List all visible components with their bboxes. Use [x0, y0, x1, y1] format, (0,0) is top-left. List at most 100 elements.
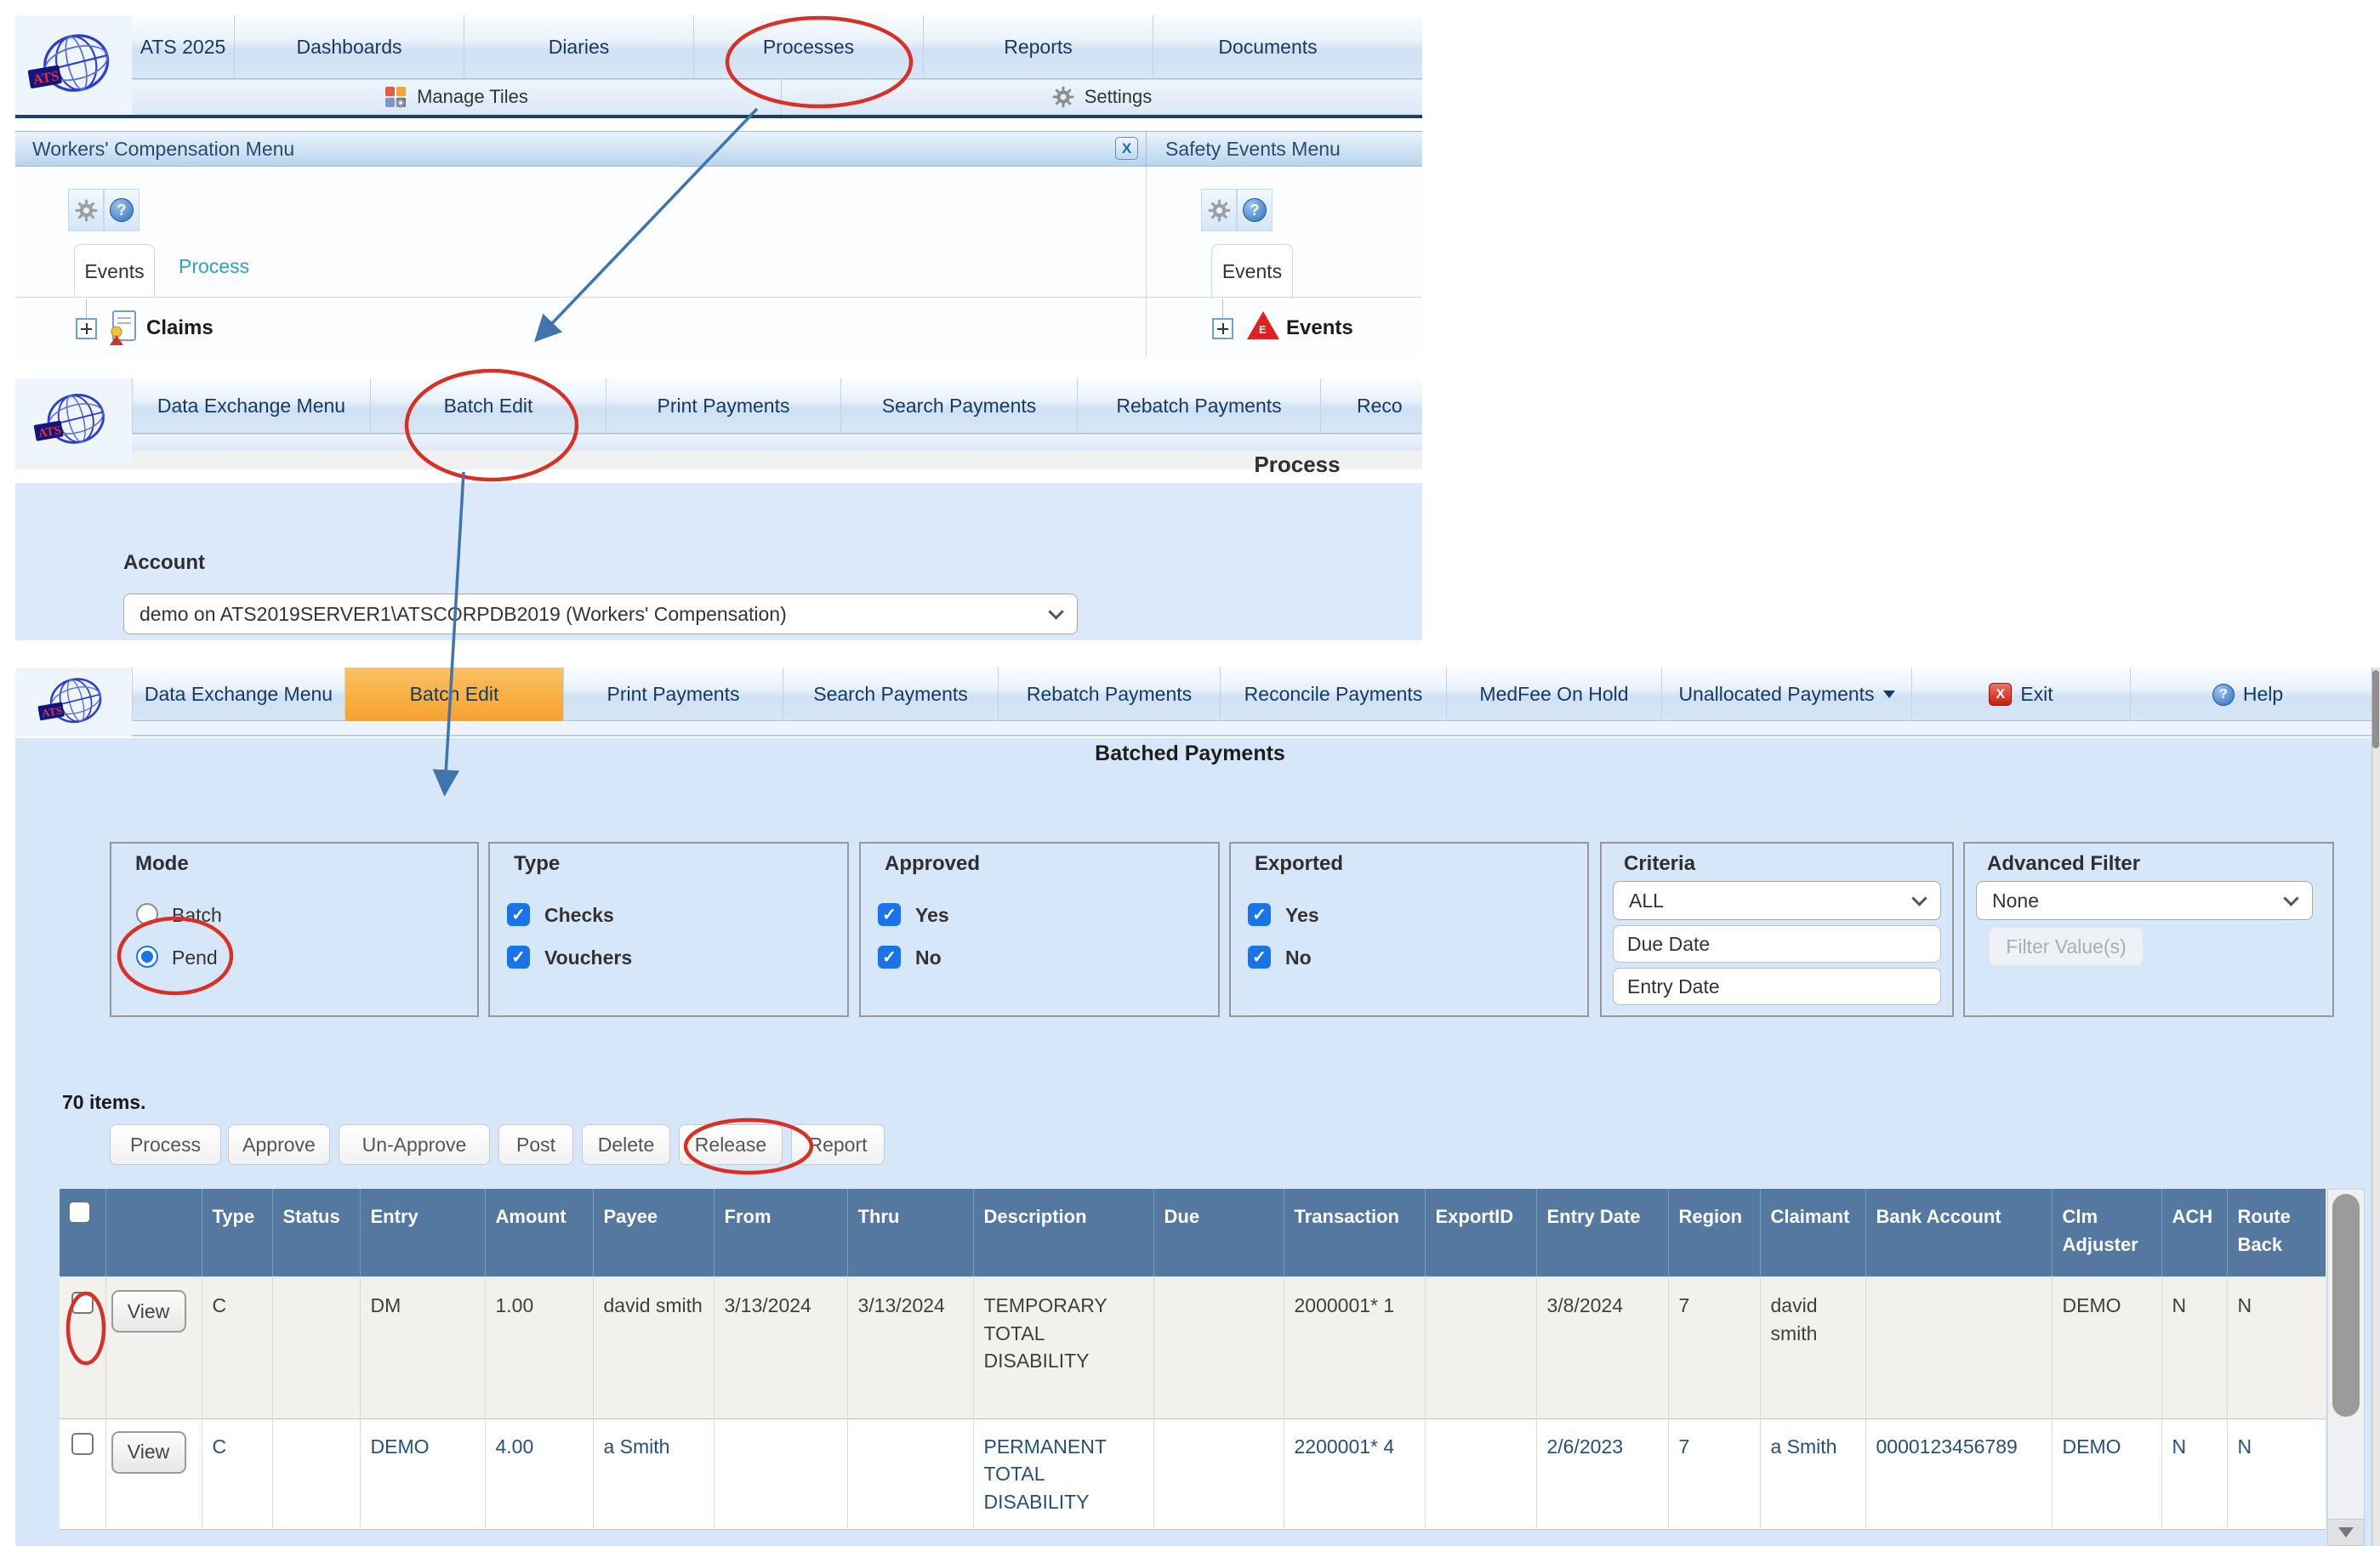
safety-tree-stub — [1222, 299, 1223, 318]
safety-tree-item-label: Events — [1286, 316, 1353, 339]
expand-plus-icon[interactable] — [76, 318, 97, 339]
process-button[interactable]: Process — [110, 1124, 221, 1165]
tab-documents-label: Documents — [1218, 36, 1317, 59]
safety-help-button[interactable]: ? — [1237, 189, 1273, 231]
cell-claimant: david smith — [1760, 1277, 1865, 1418]
col-region: Region — [1668, 1189, 1760, 1277]
tab-label: Batch Edit — [444, 395, 533, 418]
window-scrollbar-thumb[interactable] — [2372, 670, 2379, 748]
approved-yes-checkbox[interactable]: ✓ — [878, 903, 901, 926]
tab-help[interactable]: ? Help — [2130, 668, 2365, 721]
wc-tab-events[interactable]: Events — [74, 244, 155, 298]
tab-search-payments[interactable]: Search Payments — [840, 378, 1077, 434]
account-select[interactable]: demo on ATS2019SERVER1\ATSCORPDB2019 (Wo… — [123, 594, 1078, 634]
tab-rebatch-payments[interactable]: Rebatch Payments — [998, 668, 1220, 721]
entry-date-input[interactable]: Entry Date — [1613, 968, 1941, 1005]
wc-tab-process[interactable]: Process — [179, 255, 249, 278]
safety-tree-item-events[interactable]: Events — [1286, 316, 1353, 340]
tab-data-exchange-menu[interactable]: Data Exchange Menu — [132, 668, 344, 721]
row-checkbox[interactable] — [71, 1292, 94, 1314]
type-checks-label: Checks — [544, 904, 614, 927]
tab-filler — [1382, 15, 1422, 79]
tab-print-payments[interactable]: Print Payments — [563, 668, 783, 721]
tab-processes[interactable]: Processes — [693, 15, 923, 79]
approved-no-checkbox[interactable]: ✓ — [878, 946, 901, 969]
post-button[interactable]: Post — [498, 1124, 573, 1165]
page-title: Batched Payments — [0, 742, 2380, 766]
table-scrollbar-thumb[interactable] — [2332, 1194, 2360, 1417]
tab-dashboards[interactable]: Dashboards — [234, 15, 464, 79]
col-amount: Amount — [485, 1189, 593, 1277]
wc-tabline — [15, 297, 1146, 298]
manage-tiles-button[interactable]: Manage Tiles — [132, 79, 782, 115]
type-checks-checkbox[interactable]: ✓ — [507, 903, 530, 926]
tab-label: Exit — [2020, 683, 2053, 706]
exported-no-label: No — [1285, 946, 1312, 969]
report-button[interactable]: Report — [791, 1124, 885, 1165]
tab-batch-edit-active[interactable]: Batch Edit — [344, 668, 563, 721]
tab-label: Unallocated Payments — [1678, 683, 1874, 706]
criteria-label-text: Criteria — [1624, 852, 1695, 875]
tab-reconcile-cut[interactable]: Reco — [1320, 378, 1422, 434]
ats-logo: ATS — [15, 378, 132, 463]
safety-gear-button[interactable] — [1201, 189, 1237, 231]
settings-button[interactable]: Settings — [782, 79, 1422, 115]
row-checkbox[interactable] — [71, 1433, 94, 1455]
approve-button[interactable]: Approve — [228, 1124, 330, 1165]
view-button[interactable]: View — [111, 1431, 186, 1474]
tab-unallocated-payments[interactable]: Unallocated Payments — [1661, 668, 1911, 721]
filter-values-button[interactable]: Filter Value(s) — [1989, 927, 2144, 966]
cell-bank-account — [1865, 1277, 2052, 1418]
tab-search-payments[interactable]: Search Payments — [783, 668, 998, 721]
button-label: Post — [516, 1134, 555, 1157]
mid-gray-strip — [15, 451, 1422, 469]
cell-exportid — [1425, 1418, 1536, 1530]
mode-label: Mode — [135, 852, 189, 876]
due-date-input[interactable]: Due Date — [1613, 925, 1941, 963]
delete-button[interactable]: Delete — [582, 1124, 670, 1165]
tab-batch-edit[interactable]: Batch Edit — [370, 378, 606, 434]
view-button[interactable]: View — [111, 1290, 186, 1333]
criteria-select[interactable]: ALL — [1613, 881, 1941, 920]
col-from: From — [714, 1189, 847, 1277]
close-icon[interactable]: X — [1115, 137, 1138, 160]
tab-reconcile-payments[interactable]: Reconcile Payments — [1220, 668, 1446, 721]
expand-plus-icon[interactable] — [1212, 318, 1233, 339]
wc-tree-stub — [86, 299, 87, 318]
tab-data-exchange-menu[interactable]: Data Exchange Menu — [132, 378, 370, 434]
label-text: Vouchers — [544, 946, 632, 969]
wc-help-button[interactable]: ? — [104, 189, 139, 231]
tab-rebatch-payments[interactable]: Rebatch Payments — [1077, 378, 1320, 434]
col-entry-date: Entry Date — [1536, 1189, 1668, 1277]
table-scrollbar-down-button[interactable] — [2327, 1519, 2365, 1546]
tab-print-payments[interactable]: Print Payments — [606, 378, 840, 434]
mode-batch-radio[interactable] — [136, 903, 158, 925]
label-text: Pend — [172, 946, 218, 969]
cell-entry-date: 2/6/2023 — [1536, 1418, 1668, 1530]
safety-tab-events-label: Events — [1222, 260, 1282, 283]
exported-no-checkbox[interactable]: ✓ — [1248, 946, 1271, 969]
due-date-value: Due Date — [1627, 933, 1710, 956]
tab-exit[interactable]: X Exit — [1911, 668, 2130, 721]
mode-pend-radio[interactable] — [136, 946, 158, 968]
cell-entry-date: 3/8/2024 — [1536, 1277, 1668, 1418]
button-label: Process — [130, 1134, 201, 1157]
type-vouchers-checkbox[interactable]: ✓ — [507, 946, 530, 969]
label-text: Yes — [915, 904, 949, 926]
advanced-filter-select[interactable]: None — [1976, 881, 2313, 920]
tab-medfee-on-hold[interactable]: MedFee On Hold — [1446, 668, 1661, 721]
wc-panel-title: Workers' Compensation Menu — [32, 138, 294, 161]
window-scrollbar-track[interactable] — [2371, 668, 2380, 1546]
tab-diaries[interactable]: Diaries — [464, 15, 693, 79]
wc-gear-button[interactable] — [68, 189, 104, 231]
safety-tab-events[interactable]: Events — [1211, 244, 1293, 298]
select-all-checkbox[interactable] — [70, 1202, 89, 1222]
wc-tree-item-claims[interactable]: Claims — [146, 316, 214, 340]
release-button[interactable]: Release — [679, 1124, 783, 1165]
tab-reports[interactable]: Reports — [923, 15, 1153, 79]
tab-documents[interactable]: Documents — [1153, 15, 1382, 79]
un-approve-button[interactable]: Un-Approve — [339, 1124, 490, 1165]
exported-yes-checkbox[interactable]: ✓ — [1248, 903, 1271, 926]
cell-status — [272, 1277, 360, 1418]
table-row: View C DM 1.00 david smith 3/13/2024 3/1… — [60, 1277, 2326, 1418]
